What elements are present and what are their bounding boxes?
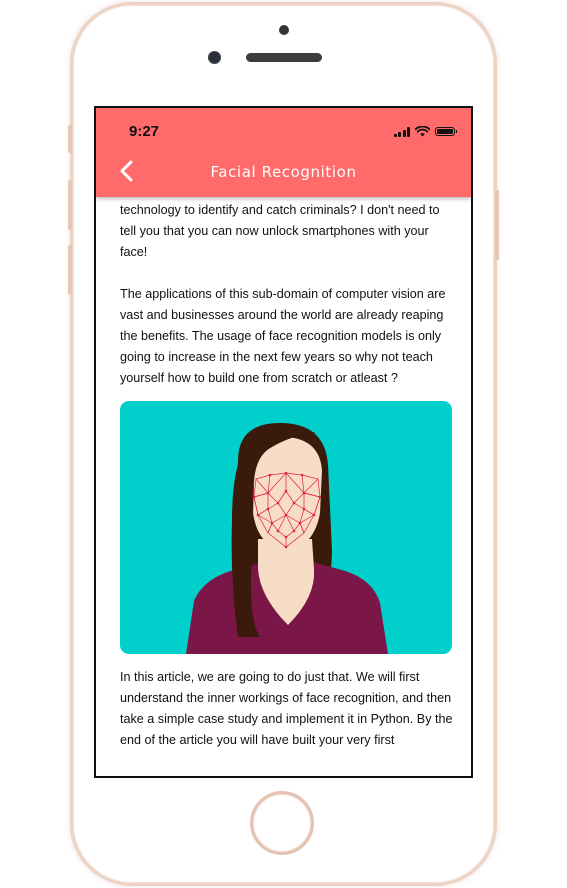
cellular-signal-icon (393, 126, 410, 137)
power-button (495, 190, 499, 260)
face-recognition-illustration (120, 401, 452, 654)
article-paragraph: The applications of this sub-domain of c… (120, 287, 446, 385)
proximity-sensor (279, 25, 289, 35)
volume-down-button (68, 245, 72, 295)
article-paragraph: technology to identify and catch crimina… (120, 203, 440, 259)
earpiece-speaker (246, 53, 322, 62)
wifi-icon (415, 126, 430, 137)
article-content[interactable]: technology to identify and catch crimina… (120, 200, 455, 751)
app-bar: 9:27 Facial Recognition (96, 108, 471, 197)
status-time: 9:27 (129, 123, 160, 140)
phone-screen: 9:27 Facial Recognition technology to id… (94, 106, 473, 778)
woman-face-mesh-image (186, 423, 388, 654)
front-camera (208, 51, 221, 64)
volume-up-button (68, 180, 72, 230)
mute-switch (68, 125, 72, 153)
article-paragraph: In this article, we are going to do just… (120, 670, 453, 747)
page-title: Facial Recognition (210, 163, 357, 181)
battery-icon (435, 127, 457, 136)
status-icons (393, 126, 457, 137)
home-button[interactable] (250, 791, 314, 855)
